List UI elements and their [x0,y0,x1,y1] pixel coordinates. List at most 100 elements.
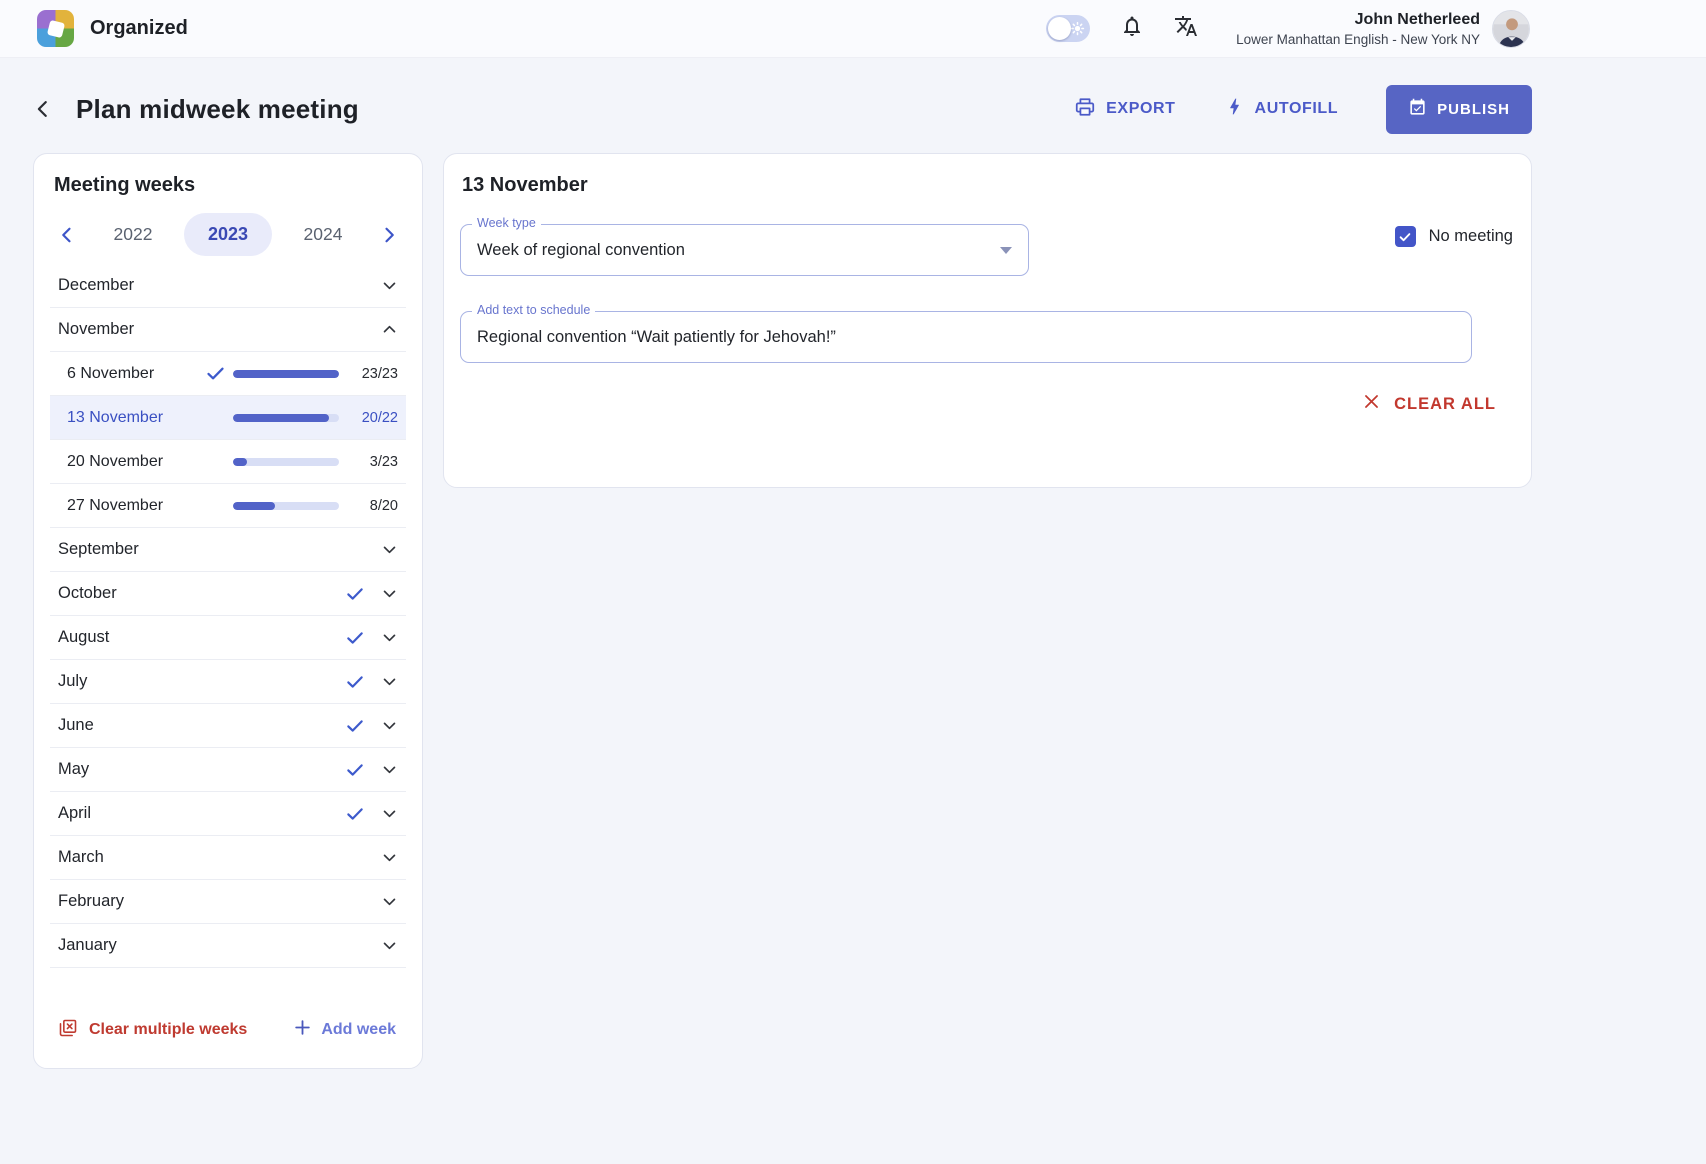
week-progress-bar [233,370,339,378]
bell-icon [1120,14,1144,43]
export-label: EXPORT [1106,100,1175,118]
check-icon [345,716,365,736]
language-button[interactable] [1174,14,1198,43]
autofill-label: AUTOFILL [1255,100,1339,118]
chevron-down-icon[interactable] [381,849,398,866]
add-week-label: Add week [321,1021,396,1039]
page-header: Plan midweek meeting EXPORT AUTOFILL [0,85,1706,133]
week-row[interactable]: 27 November 8/20 [50,484,406,528]
user-name: John Netherleed [1236,11,1480,29]
stacked-squares-x-icon [58,1018,78,1043]
schedule-text-label: Add text to schedule [472,303,595,317]
publish-button[interactable]: PUBLISH [1386,85,1532,134]
chevron-down-icon[interactable] [381,277,398,294]
week-detail-panel: 13 November Week type Week of regional c… [443,153,1532,488]
meeting-weeks-panel: Meeting weeks 2022 2023 2024 December No… [33,153,423,1069]
month-row[interactable]: July [50,660,406,704]
month-row[interactable]: April [50,792,406,836]
check-icon [197,363,233,384]
month-row[interactable]: June [50,704,406,748]
week-date: 27 November [67,497,197,515]
check-icon [345,628,365,648]
month-row[interactable]: May [50,748,406,792]
prev-year-button[interactable] [52,220,82,250]
no-meeting-label: No meeting [1429,227,1513,246]
schedule-text-input[interactable] [477,328,1455,347]
autofill-button[interactable]: AUTOFILL [1224,96,1339,122]
month-name: October [58,584,345,603]
month-row[interactable]: September [50,528,406,572]
clear-multiple-weeks-label: Clear multiple weeks [89,1021,247,1039]
notifications-button[interactable] [1120,14,1144,43]
sidebar-footer: Clear multiple weeks Add week [50,1008,406,1052]
check-icon [345,584,365,604]
x-mark-icon [1362,392,1381,416]
month-name: July [58,672,345,691]
next-year-button[interactable] [374,220,404,250]
week-progress-fill [233,458,247,466]
chevron-down-icon[interactable] [381,761,398,778]
month-name: November [58,320,381,339]
chevron-down-icon[interactable] [381,805,398,822]
month-row[interactable]: October [50,572,406,616]
schedule-text-field: Add text to schedule [460,311,1472,363]
chevron-down-icon[interactable] [381,585,398,602]
user-info[interactable]: John Netherleed Lower Manhattan English … [1236,11,1480,47]
meeting-weeks-title: Meeting weeks [50,174,406,197]
month-name: June [58,716,345,735]
week-count: 3/23 [370,454,400,470]
page-title: Plan midweek meeting [76,94,359,125]
month-row[interactable]: August [50,616,406,660]
month-name: August [58,628,345,647]
chevron-down-icon[interactable] [381,717,398,734]
export-button[interactable]: EXPORT [1074,96,1175,123]
no-meeting-checkbox[interactable]: No meeting [1395,226,1513,247]
month-row[interactable]: March [50,836,406,880]
back-button[interactable] [30,96,56,122]
chevron-up-icon[interactable] [381,321,398,338]
lightning-bolt-icon [1224,96,1245,122]
translate-icon [1174,14,1198,43]
week-progress-fill [233,370,339,378]
month-row[interactable]: December [50,264,406,308]
add-week-button[interactable]: Add week [293,1018,396,1042]
calendar-check-icon [1408,98,1427,121]
chevron-down-icon[interactable] [381,673,398,690]
chevron-down-icon[interactable] [381,629,398,646]
app-name: Organized [90,17,188,40]
month-row[interactable]: January [50,924,406,968]
week-date: 20 November [67,453,197,471]
chevron-down-icon[interactable] [381,893,398,910]
toggle-knob [1048,17,1071,40]
week-row[interactable]: 20 November 3/23 [50,440,406,484]
month-row[interactable]: February [50,880,406,924]
week-type-value: Week of regional convention [477,241,685,260]
clear-multiple-weeks-button[interactable]: Clear multiple weeks [58,1018,247,1043]
clear-all-button[interactable]: CLEAR ALL [1362,392,1496,416]
user-congregation: Lower Manhattan English - New York NY [1236,32,1480,47]
month-name: February [58,892,381,911]
week-count: 8/20 [370,498,400,514]
month-name: March [58,848,381,867]
week-progress-fill [233,502,275,510]
week-row[interactable]: 6 November 23/23 [50,352,406,396]
week-progress-fill [233,414,329,422]
year-2024[interactable]: 2024 [279,213,367,256]
avatar[interactable] [1492,10,1530,48]
week-progress-bar [233,502,339,510]
check-icon [345,804,365,824]
month-name: May [58,760,345,779]
week-type-select[interactable]: Week type Week of regional convention [460,224,1029,276]
month-row[interactable]: November [50,308,406,352]
chevron-down-icon[interactable] [381,937,398,954]
month-name: April [58,804,345,823]
app-logo-icon [37,10,74,47]
week-date: 6 November [67,365,197,383]
theme-toggle[interactable] [1046,15,1090,42]
chevron-down-icon[interactable] [381,541,398,558]
month-list: December November 6 November 23/23 13 No… [50,264,406,968]
year-2023-selected[interactable]: 2023 [184,213,272,256]
year-2022[interactable]: 2022 [89,213,177,256]
week-progress-bar [233,414,339,422]
week-row[interactable]: 13 November 20/22 [50,396,406,440]
